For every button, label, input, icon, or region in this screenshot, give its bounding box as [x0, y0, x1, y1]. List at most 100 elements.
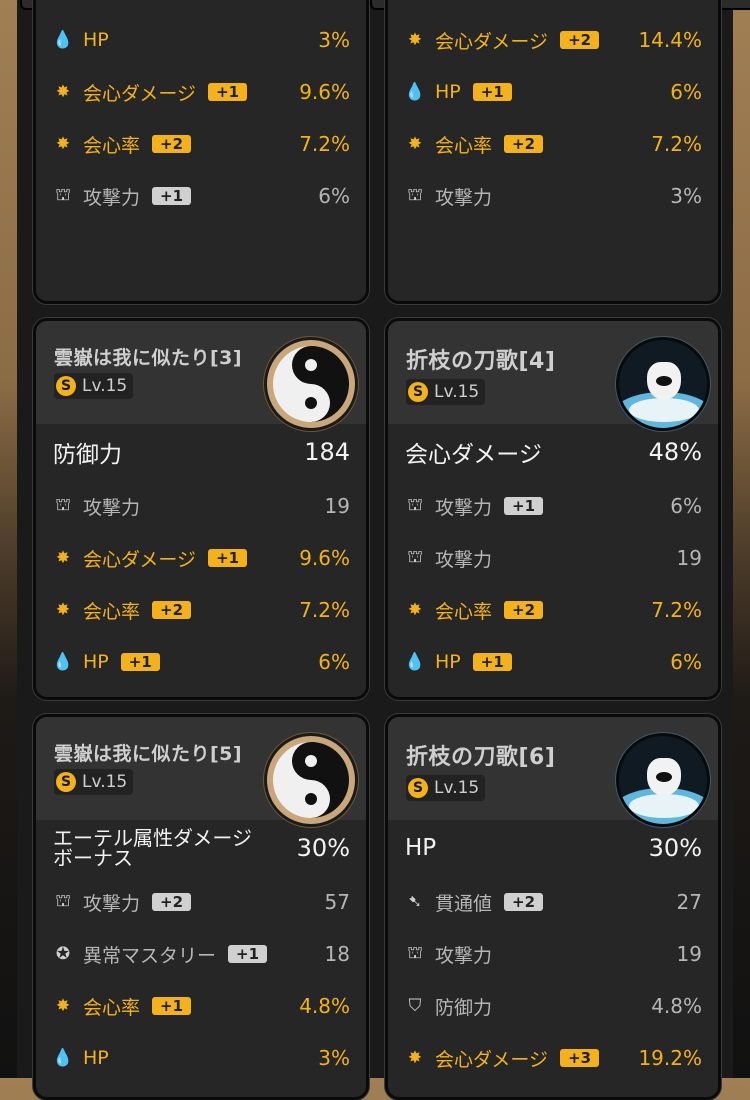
atk-icon: ⛫: [407, 185, 423, 205]
substat-row: ✸ 会心ダメージ +1 9.6%: [36, 532, 366, 584]
substat-value: 27: [676, 890, 702, 914]
tab-5[interactable]: [718, 0, 750, 10]
substat-value: 7.2%: [651, 598, 702, 622]
artifact-card[interactable]: 雲嶽は我に似たり[5] S Lv.15 エーテル属性ダメージ ボーナス 30% ⛫ 攻撃力 +…: [33, 714, 369, 1100]
roll-badge: +2: [152, 893, 192, 911]
substat-row: ⛫ 攻撃力 19: [388, 532, 718, 584]
substat-row: ✸ 会心率 +2 7.2%: [36, 118, 366, 170]
substat-value: 19: [676, 546, 702, 570]
crit-rate-icon: ✸: [55, 600, 71, 620]
substat-name: 会心ダメージ: [83, 548, 197, 571]
substat-value: 9.6%: [299, 80, 350, 104]
substat-name: 会心率: [83, 134, 141, 157]
roll-badge: +2: [504, 893, 544, 911]
roll-badge: +1: [152, 187, 192, 205]
substat-value: 6%: [318, 184, 350, 208]
substat-value: 6%: [670, 494, 702, 518]
card-header: 雲嶽は我に似たり[5] S Lv.15: [36, 717, 366, 827]
level-text: Lv.15: [434, 382, 480, 402]
substat-name: 攻撃力: [83, 496, 141, 519]
substat-value: 3%: [318, 28, 350, 52]
substat-name: HP: [435, 651, 461, 673]
roll-badge: +1: [472, 653, 512, 671]
substat-value: 7.2%: [299, 132, 350, 156]
level-badge: S Lv.15: [54, 769, 134, 795]
substat-name: 会心ダメージ: [435, 1048, 549, 1071]
hp-icon: 💧: [52, 30, 74, 50]
substat-name: HP: [83, 1047, 109, 1069]
atk-icon: ⛫: [55, 185, 71, 205]
artifact-card[interactable]: 攻撃力316 ✸ 会心ダメージ +2 14.4% 💧 HP +1 6% ✸ 会心率 +2 7.2% ⛫ 攻撃…: [385, 0, 721, 304]
hp-icon: 💧: [404, 652, 426, 672]
substat-row: 💧 HP +1 6%: [388, 636, 718, 688]
roll-badge: +1: [120, 653, 160, 671]
artifact-card[interactable]: 雲嶽は我に似たり[3] S Lv.15 防御力 184 ⛫ 攻撃力 19 ✸ 会心ダメージ +1 9.…: [33, 318, 369, 700]
level-text: Lv.15: [434, 778, 480, 798]
set-name: 雲嶽は我に似たり[3]: [54, 347, 243, 369]
substat-row: ⛫ 攻撃力 3%: [388, 170, 718, 222]
substat-value: 14.4%: [638, 28, 702, 52]
substat-value: 18: [324, 942, 350, 966]
substat-row: 💧 HP +1 6%: [388, 66, 718, 118]
substat-name: 会心率: [435, 600, 493, 623]
atk-icon: ⛫: [407, 495, 423, 515]
main-stat-name: エーテル属性ダメージ ボーナス: [53, 826, 252, 870]
artifact-card[interactable]: HP2200 💧 HP 3% ✸ 会心ダメージ +1 9.6% ✸ 会心率 +2 7.2% ⛫ 攻撃力 +1…: [33, 0, 369, 304]
substat-row: ✸ 会心ダメージ +2 14.4%: [388, 14, 718, 66]
atk-icon: ⛫: [55, 891, 71, 911]
substat-name: 攻撃力: [83, 892, 141, 915]
card-header: 雲嶽は我に似たり[3] S Lv.15: [36, 321, 366, 431]
roll-badge: +1: [208, 83, 248, 101]
main-stat-name: 攻撃力: [405, 0, 474, 3]
roll-badge: +2: [152, 135, 192, 153]
def-shield-icon: ⛉: [408, 996, 422, 1016]
substat-name: HP: [83, 29, 109, 51]
substat-row: 💧 HP 3%: [36, 14, 366, 66]
main-stat-row: 防御力 184: [36, 424, 366, 480]
substat-name: 会心ダメージ: [435, 30, 549, 53]
atk-icon: ⛫: [407, 547, 423, 567]
card-header: 折枝の刀歌[6] S Lv.15: [388, 717, 718, 827]
substat-name: 会心ダメージ: [83, 82, 197, 105]
main-stat-value: 184: [304, 438, 350, 466]
substat-name: 攻撃力: [83, 186, 141, 209]
substat-name: 攻撃力: [435, 548, 493, 571]
substat-row: ✪ 異常マスタリー +1 18: [36, 928, 366, 980]
main-stat-row: HP2200: [36, 0, 366, 14]
substat-value: 4.8%: [299, 994, 350, 1018]
crit-rate-icon: ✸: [55, 996, 71, 1016]
roll-badge: +2: [152, 601, 192, 619]
substat-name: 会心率: [83, 996, 141, 1019]
substat-value: 4.8%: [651, 994, 702, 1018]
artifact-card[interactable]: 折枝の刀歌[4] S Lv.15 会心ダメージ 48% ⛫ 攻撃力 +1 6% ⛫ 攻撃力 19 ✸ 会心…: [385, 318, 721, 700]
set-name: 雲嶽は我に似たり[5]: [54, 743, 243, 765]
roll-badge: +2: [560, 31, 600, 49]
hp-icon: 💧: [52, 652, 74, 672]
substat-row: ⛫ 攻撃力 19: [36, 480, 366, 532]
substat-name: 会心率: [435, 134, 493, 157]
substat-name: 貫通値: [435, 892, 493, 915]
yin-yang-disc-icon: [264, 337, 358, 431]
s-rank-icon: S: [408, 382, 428, 402]
yin-yang-disc-icon: [264, 733, 358, 827]
substat-name: 攻撃力: [435, 186, 493, 209]
substat-name: 攻撃力: [435, 496, 493, 519]
substat-value: 19.2%: [638, 1046, 702, 1070]
main-stat-row: HP 30%: [388, 820, 718, 876]
substat-value: 6%: [670, 80, 702, 104]
substat-value: 19: [676, 942, 702, 966]
hp-icon: 💧: [52, 1048, 74, 1068]
substat-value: 7.2%: [651, 132, 702, 156]
pen-icon: ➷: [407, 892, 423, 912]
roll-badge: +3: [560, 1049, 600, 1067]
substat-value: 57: [324, 890, 350, 914]
substat-value: 7.2%: [299, 598, 350, 622]
hp-icon: 💧: [404, 82, 426, 102]
substat-value: 3%: [318, 1046, 350, 1070]
roll-badge: +1: [472, 83, 512, 101]
artifact-card[interactable]: 折枝の刀歌[6] S Lv.15 HP 30% ➷ 貫通値 +2 27 ⛫ 攻撃力 19 ⛉ 防御力 4.8…: [385, 714, 721, 1100]
roll-badge: +1: [152, 997, 192, 1015]
crit-dmg-icon: ✸: [407, 30, 423, 50]
substat-row: ✸ 会心ダメージ +1 9.6%: [36, 66, 366, 118]
substat-row: ➷ 貫通値 +2 27: [388, 876, 718, 928]
